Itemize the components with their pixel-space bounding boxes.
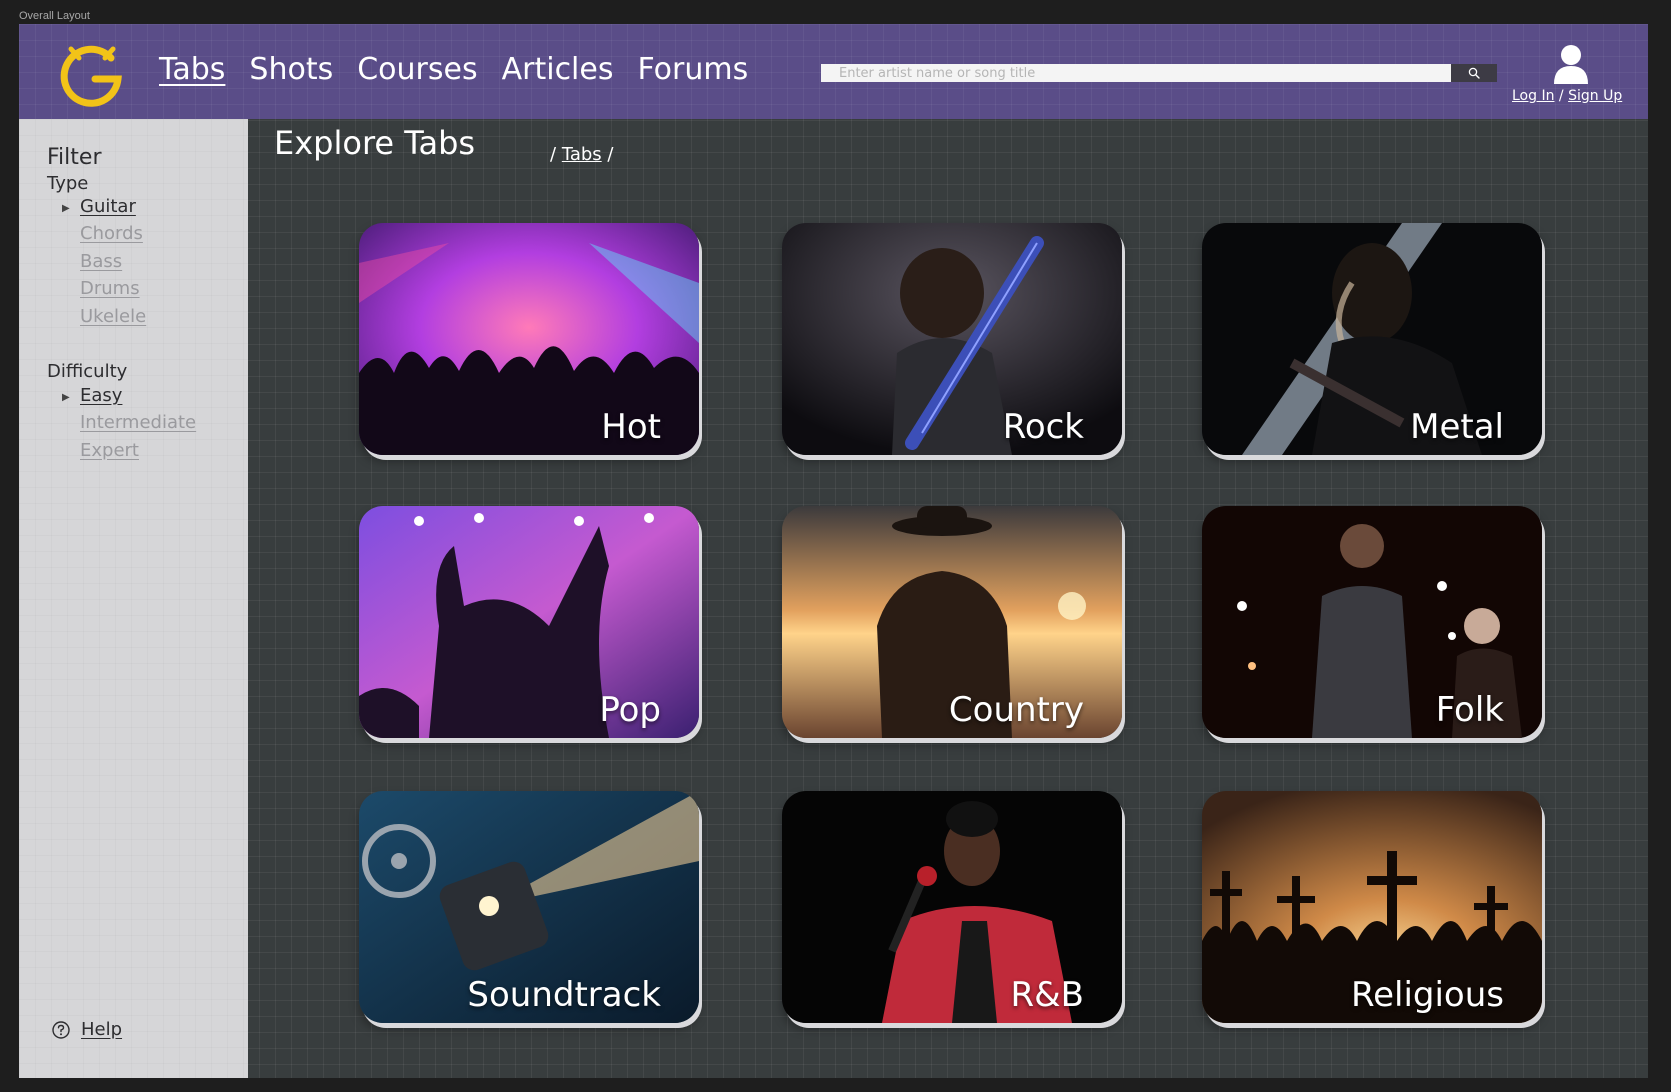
search-input[interactable] bbox=[821, 64, 1451, 82]
signup-link[interactable]: Sign Up bbox=[1568, 88, 1622, 104]
auth-links: Log In / Sign Up bbox=[1512, 88, 1622, 104]
login-link[interactable]: Log In bbox=[1512, 88, 1554, 104]
help-link[interactable]: Help bbox=[51, 1019, 122, 1040]
nav-forums[interactable]: Forums bbox=[637, 52, 748, 87]
filter-difficulty-expert[interactable]: Expert bbox=[80, 440, 139, 461]
genre-card-pop[interactable]: Pop bbox=[359, 506, 699, 738]
filter-difficulty-intermediate[interactable]: Intermediate bbox=[80, 412, 196, 433]
filter-type-bass[interactable]: Bass bbox=[80, 251, 122, 272]
breadcrumb-link-tabs[interactable]: Tabs bbox=[562, 144, 602, 165]
help-label: Help bbox=[81, 1019, 123, 1040]
filter-difficulty-easy[interactable]: Easy bbox=[80, 385, 122, 406]
caret-right-icon: ▶ bbox=[62, 392, 70, 403]
filter-type-chords[interactable]: Chords bbox=[80, 223, 143, 244]
nav-tabs[interactable]: Tabs bbox=[159, 52, 225, 87]
difficulty-group-title: Difficulty bbox=[47, 361, 128, 382]
nav-articles[interactable]: Articles bbox=[502, 52, 614, 87]
filter-title: Filter bbox=[47, 145, 102, 170]
filter-type-ukelele[interactable]: Ukelele bbox=[80, 306, 146, 327]
genre-label: Pop bbox=[599, 690, 661, 730]
auth-separator: / bbox=[1558, 88, 1564, 104]
frame-label: Overall Layout bbox=[19, 10, 90, 22]
search-button[interactable] bbox=[1451, 64, 1497, 82]
main-nav: Tabs Shots Courses Articles Forums bbox=[159, 52, 772, 87]
page-title: Explore Tabs bbox=[274, 124, 476, 162]
genre-card-rock[interactable]: Rock bbox=[782, 223, 1122, 455]
genre-label: Metal bbox=[1410, 407, 1504, 447]
user-avatar-icon[interactable] bbox=[1552, 44, 1590, 86]
genre-label: Religious bbox=[1351, 975, 1504, 1015]
logo-icon[interactable] bbox=[57, 38, 127, 108]
genre-label: Hot bbox=[601, 407, 661, 447]
help-icon bbox=[52, 1020, 70, 1039]
genre-card-rnb[interactable]: R&B bbox=[782, 791, 1122, 1023]
genre-card-country[interactable]: Country bbox=[782, 506, 1122, 738]
filter-type-guitar[interactable]: Guitar bbox=[80, 196, 136, 217]
genre-card-metal[interactable]: Metal bbox=[1202, 223, 1542, 455]
breadcrumb-separator: / bbox=[607, 144, 614, 165]
genre-label: R&B bbox=[1010, 975, 1084, 1015]
genre-label: Rock bbox=[1002, 407, 1084, 447]
genre-label: Soundtrack bbox=[467, 975, 661, 1015]
filter-sidebar: Filter Type ▶ Guitar Chords Bass Drums U… bbox=[19, 119, 248, 1078]
genre-label: Folk bbox=[1435, 690, 1504, 730]
search-icon bbox=[1468, 67, 1480, 79]
filter-type-drums[interactable]: Drums bbox=[80, 278, 140, 299]
nav-shots[interactable]: Shots bbox=[249, 52, 333, 87]
type-group-title: Type bbox=[47, 173, 89, 194]
genre-card-soundtrack[interactable]: Soundtrack bbox=[359, 791, 699, 1023]
nav-courses[interactable]: Courses bbox=[357, 52, 477, 87]
breadcrumb: / Tabs / bbox=[550, 144, 613, 165]
genre-card-folk[interactable]: Folk bbox=[1202, 506, 1542, 738]
genre-label: Country bbox=[948, 690, 1084, 730]
search-bar bbox=[821, 64, 1497, 82]
genre-card-hot[interactable]: Hot bbox=[359, 223, 699, 455]
app-frame: Tabs Shots Courses Articles Forums Log I… bbox=[19, 24, 1648, 1078]
top-header: Tabs Shots Courses Articles Forums Log I… bbox=[19, 24, 1648, 119]
breadcrumb-separator: / bbox=[550, 144, 557, 165]
genre-card-religious[interactable]: Religious bbox=[1202, 791, 1542, 1023]
caret-right-icon: ▶ bbox=[62, 203, 70, 214]
